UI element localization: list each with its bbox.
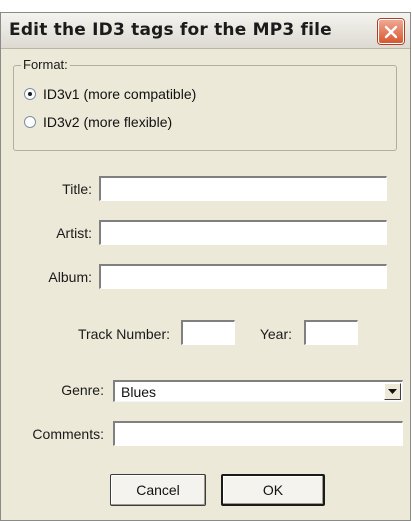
dialog-window: Edit the ID3 tags for the MP3 file Forma…	[0, 12, 411, 521]
genre-label: Genre:	[61, 382, 104, 398]
chevron-down-icon	[388, 388, 397, 394]
radio-id3v1[interactable]: ID3v1 (more compatible)	[24, 86, 196, 102]
format-groupbox: Format: ID3v1 (more compatible) ID3v2 (m…	[13, 57, 397, 151]
close-button[interactable]	[378, 19, 404, 44]
year-label: Year:	[259, 326, 292, 342]
radio-label-id3v2: ID3v2 (more flexible)	[43, 114, 173, 130]
close-icon	[384, 25, 398, 38]
background-page-strip	[0, 0, 412, 12]
cancel-button[interactable]: Cancel	[110, 474, 206, 506]
title-bar: Edit the ID3 tags for the MP3 file	[1, 13, 410, 49]
ok-button[interactable]: OK	[221, 474, 325, 506]
radio-id3v2[interactable]: ID3v2 (more flexible)	[24, 114, 172, 130]
title-input[interactable]	[99, 176, 387, 201]
artist-input[interactable]	[99, 220, 387, 245]
genre-dropdown-button[interactable]	[384, 383, 401, 400]
comments-input[interactable]	[113, 421, 403, 446]
artist-label: Artist:	[56, 225, 92, 241]
genre-select[interactable]: Blues	[113, 380, 403, 402]
album-label: Album:	[48, 269, 92, 285]
radio-button-id3v1[interactable]	[24, 88, 36, 100]
genre-selected-value: Blues	[121, 384, 157, 400]
comments-label: Comments:	[32, 426, 104, 442]
title-label: Title:	[62, 181, 92, 197]
track-number-input[interactable]	[181, 320, 235, 345]
radio-button-id3v2[interactable]	[24, 116, 36, 128]
radio-label-id3v1: ID3v1 (more compatible)	[43, 86, 197, 102]
format-label: Format:	[21, 57, 70, 72]
year-input[interactable]	[304, 320, 358, 345]
window-title: Edit the ID3 tags for the MP3 file	[9, 20, 332, 40]
track-number-label: Track Number:	[77, 326, 170, 342]
album-input[interactable]	[99, 264, 387, 289]
